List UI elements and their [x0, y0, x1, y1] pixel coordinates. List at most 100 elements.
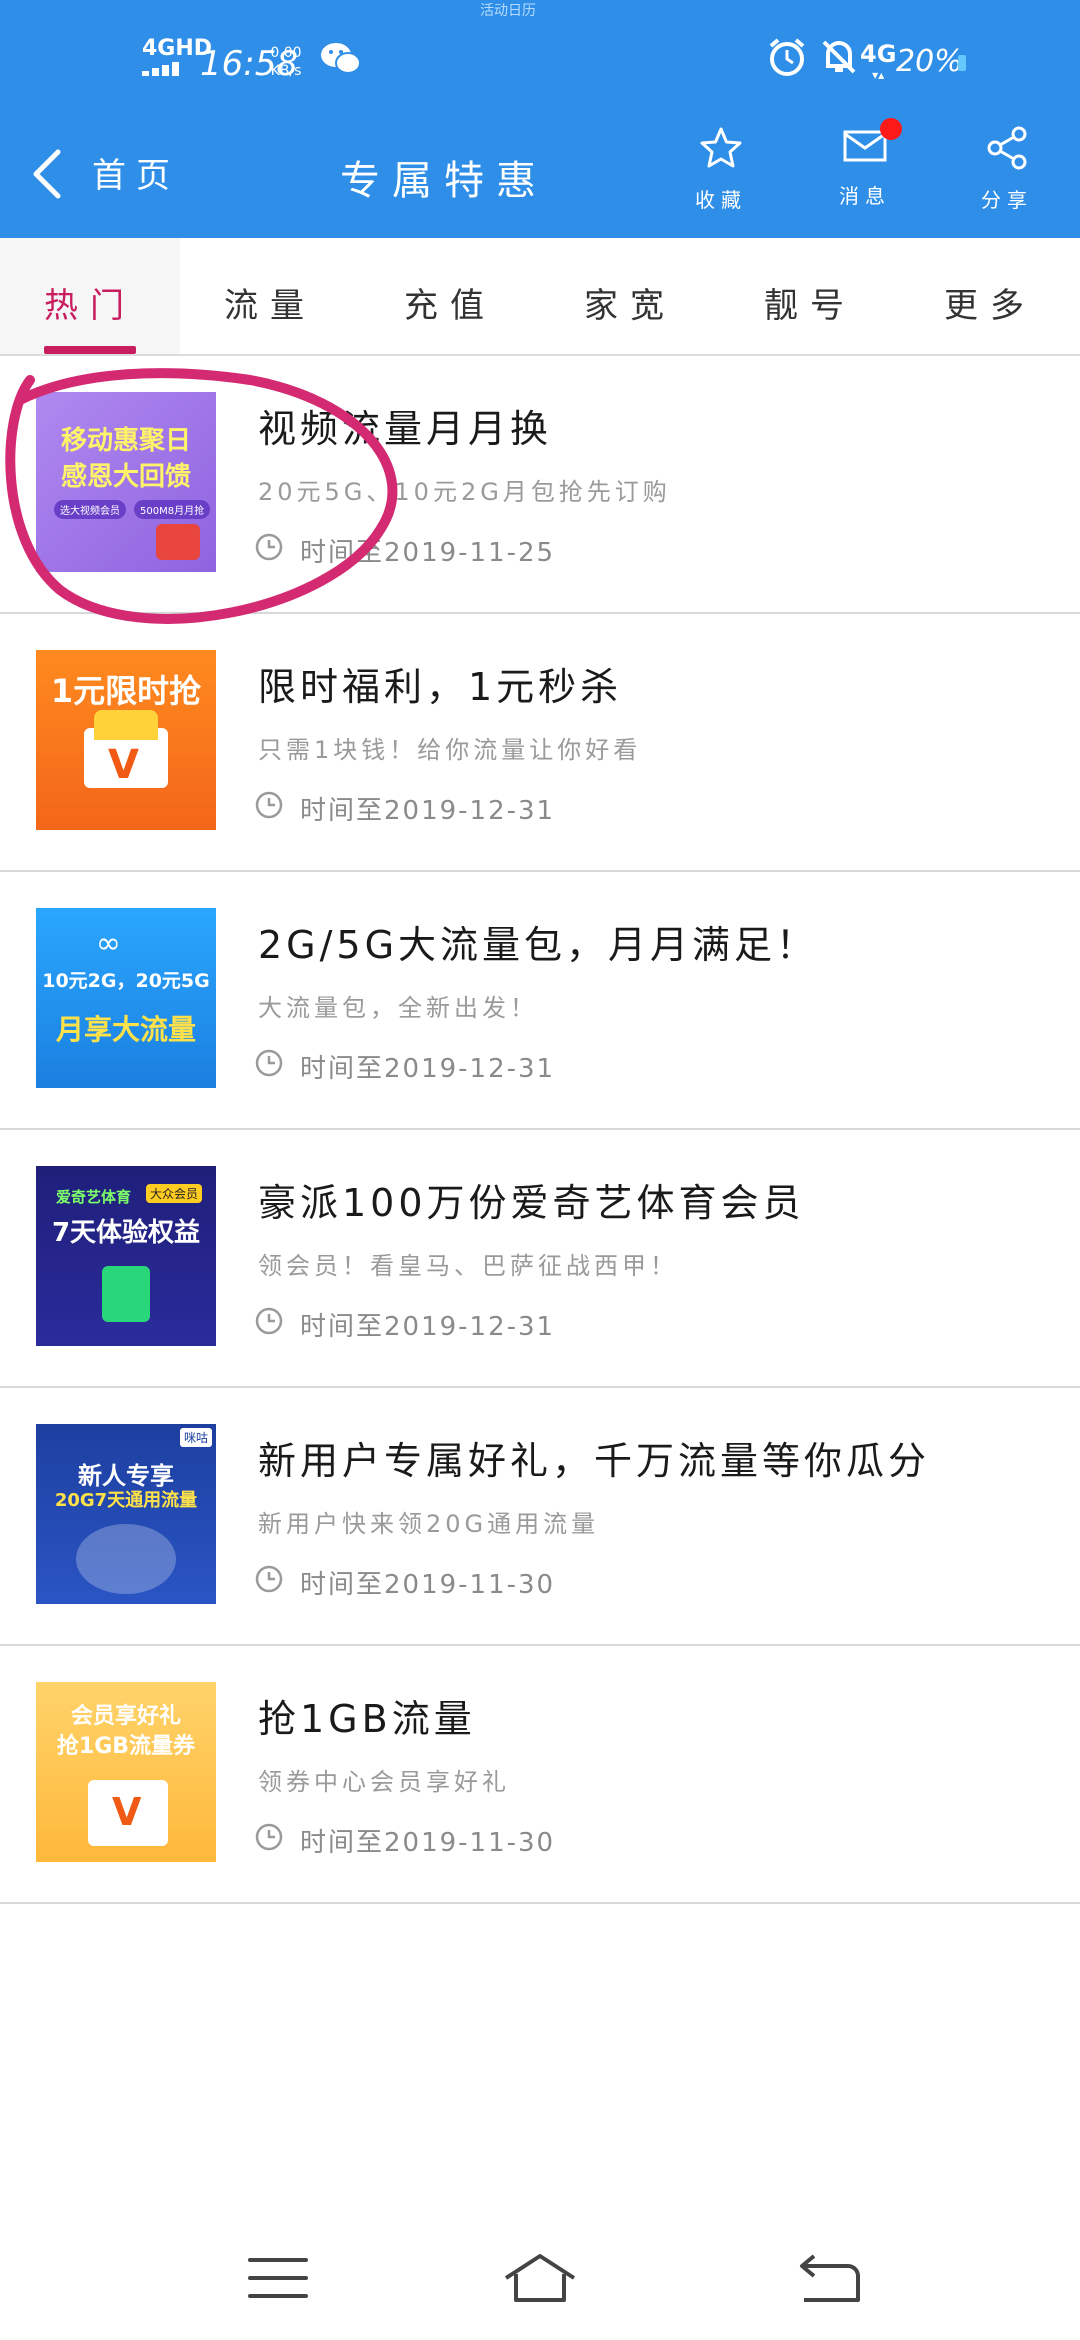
net-speed-unit: KB/s [270, 63, 302, 79]
tab-label: 更多 [944, 286, 1036, 326]
battery-icon [958, 55, 966, 71]
thumb-text: 抢1GB流量券 [56, 1734, 196, 1759]
share-icon [987, 126, 1027, 170]
globe-icon [76, 1524, 176, 1594]
back-icon[interactable] [790, 2248, 870, 2308]
thumb-text: 7天体验权益 [51, 1218, 201, 1248]
mute-bell-icon [822, 40, 856, 74]
share-label: 分享 [981, 188, 1033, 212]
thumb-text: 10元2G，20元5G [42, 970, 210, 992]
header-nav: 首页 专属特惠 收藏 消息 分享 [0, 118, 1080, 238]
status-notice-text: 活动日历 [480, 3, 536, 19]
shield-icon [102, 1266, 150, 1322]
offer-subtitle: 新用户快来领20G通用流量 [258, 1510, 600, 1538]
offer-item[interactable]: 会员享好礼 抢1GB流量券 V 抢1GB流量 领券中心会员享好礼 时间至2019… [0, 1646, 1080, 1904]
clock-icon [255, 1823, 283, 1851]
status-bar: 活动日历 4GHD 16:58 0.00 KB/s 4G ▾▴ 20% [0, 0, 1080, 118]
v-logo-icon: V [108, 742, 139, 788]
tab-recharge[interactable]: 充值 [360, 238, 540, 354]
star-icon [700, 127, 742, 168]
tab-label: 充值 [404, 286, 496, 326]
offer-subtitle: 20元5G、10元2G月包抢先订购 [258, 478, 671, 506]
back-arrow-icon[interactable] [26, 144, 68, 204]
tab-hot[interactable]: 热门 [0, 238, 180, 354]
tab-broadband[interactable]: 家宽 [540, 238, 720, 354]
thumb-text: 月享大流量 [55, 1013, 196, 1046]
offer-date: 时间至2019-12-31 [300, 1312, 556, 1342]
net-speed-value: 0.00 [270, 45, 302, 61]
favorite-button[interactable]: 收藏 [676, 126, 766, 213]
offer-date: 时间至2019-11-25 [300, 538, 556, 568]
crown-icon [94, 710, 158, 740]
offer-subtitle: 领券中心会员享好礼 [258, 1768, 510, 1796]
offer-date: 时间至2019-11-30 [300, 1828, 556, 1858]
thumb-text: 会员享好礼 [70, 1704, 181, 1729]
offer-item[interactable]: ∞ 10元2G，20元5G 月享大流量 2G/5G大流量包，月月满足！ 大流量包… [0, 872, 1080, 1130]
gift-icon [156, 524, 200, 560]
thumb-text: 移动惠聚日 [60, 426, 191, 456]
tab-label: 家宽 [584, 286, 676, 326]
clock-icon [255, 791, 283, 819]
battery-level: 20% [896, 44, 963, 79]
tab-label: 热门 [44, 286, 136, 326]
tab-data[interactable]: 流量 [180, 238, 360, 354]
back-home-label[interactable]: 首页 [92, 148, 180, 197]
offer-thumbnail: 爱奇艺体育 大众会员 7天体验权益 [36, 1166, 216, 1346]
offer-subtitle: 领会员！看皇马、巴萨征战西甲！ [258, 1252, 678, 1280]
home-icon[interactable] [500, 2248, 580, 2308]
share-button[interactable]: 分享 [962, 126, 1052, 213]
thumb-text: 爱奇艺体育 [56, 1188, 132, 1206]
offer-title: 新用户专属好礼，千万流量等你瓜分 [258, 1439, 931, 1483]
clock-icon [255, 533, 283, 561]
thumb-tag: 大众会员 [146, 1184, 203, 1203]
thumb-text: 1元限时抢 [50, 672, 202, 710]
top-bar: 活动日历 4GHD 16:58 0.00 KB/s 4G ▾▴ 20% 首页 专… [0, 0, 1080, 238]
clock-icon [255, 1049, 283, 1077]
offer-title: 抢1GB流量 [258, 1697, 476, 1741]
offer-date: 时间至2019-12-31 [300, 1054, 556, 1084]
clock-icon [255, 1565, 283, 1593]
offer-list: 移动惠聚日 感恩大回馈 选大视频会员 500M8月月抢 视频流量月月换 20元5… [0, 356, 1080, 1904]
offer-subtitle: 只需1块钱！给你流量让你好看 [258, 736, 642, 764]
unread-badge [880, 118, 902, 140]
offer-date: 时间至2019-11-30 [300, 1570, 556, 1600]
v-logo-icon: V [112, 1790, 142, 1834]
offer-item[interactable]: 咪咕 新人专享 20G7天通用流量 新用户专属好礼，千万流量等你瓜分 新用户快来… [0, 1388, 1080, 1646]
tab-more[interactable]: 更多 [900, 238, 1080, 354]
page-title: 专属特惠 [340, 158, 548, 204]
tab-special-number[interactable]: 靓号 [720, 238, 900, 354]
offer-item[interactable]: 移动惠聚日 感恩大回馈 选大视频会员 500M8月月抢 视频流量月月换 20元5… [0, 356, 1080, 614]
thumb-tag: 500M8月月抢 [134, 500, 211, 519]
clock-icon [255, 1307, 283, 1335]
offer-title: 豪派100万份爱奇艺体育会员 [258, 1181, 805, 1225]
alarm-icon [769, 38, 805, 76]
thumb-text: 感恩大回馈 [60, 462, 191, 492]
offer-item[interactable]: 爱奇艺体育 大众会员 7天体验权益 豪派100万份爱奇艺体育会员 领会员！看皇马… [0, 1130, 1080, 1388]
offer-title: 视频流量月月换 [258, 407, 553, 451]
offer-title: 2G/5G大流量包，月月满足！ [258, 923, 819, 967]
offer-subtitle: 大流量包，全新出发！ [258, 994, 538, 1022]
offer-thumbnail: 移动惠聚日 感恩大回馈 选大视频会员 500M8月月抢 [36, 392, 216, 572]
offer-thumbnail: 会员享好礼 抢1GB流量券 V [36, 1682, 216, 1862]
message-label: 消息 [839, 184, 891, 208]
thumb-text: 20G7天通用流量 [54, 1490, 198, 1511]
thumb-tag: 咪咕 [179, 1428, 212, 1447]
net-speed: 0.00 KB/s [262, 44, 310, 80]
menu-icon[interactable] [240, 2248, 320, 2308]
offer-item[interactable]: 1元限时抢 V 限时福利，1元秒杀 只需1块钱！给你流量让你好看 时间至2019… [0, 614, 1080, 872]
infinity-icon: ∞ [96, 926, 121, 961]
offer-thumbnail: ∞ 10元2G，20元5G 月享大流量 [36, 908, 216, 1088]
tab-label: 靓号 [764, 286, 856, 326]
offer-thumbnail: 1元限时抢 V [36, 650, 216, 830]
offer-thumbnail: 咪咕 新人专享 20G7天通用流量 [36, 1424, 216, 1604]
active-tab-indicator [44, 346, 136, 354]
offer-date: 时间至2019-12-31 [300, 796, 556, 826]
thumb-tag: 选大视频会员 [54, 500, 126, 519]
signal-bars-icon [142, 62, 192, 76]
favorite-label: 收藏 [695, 188, 747, 212]
system-nav-bar [0, 2220, 1080, 2340]
offer-title: 限时福利，1元秒杀 [258, 665, 623, 709]
tab-label: 流量 [224, 286, 316, 326]
signal-4g: 4G ▾▴ [860, 40, 897, 82]
wechat-icon [321, 43, 361, 74]
